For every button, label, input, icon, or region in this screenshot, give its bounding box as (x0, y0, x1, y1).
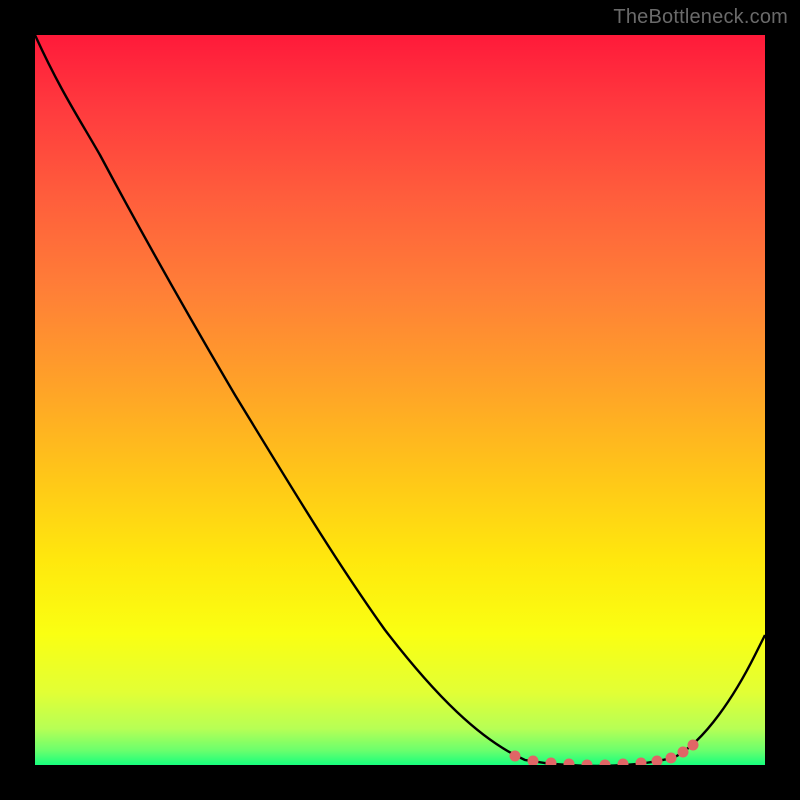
marker-dot (582, 760, 593, 766)
marker-group (510, 740, 699, 766)
marker-dot (678, 747, 689, 758)
bottleneck-curve-line (35, 35, 765, 765)
marker-dot (652, 756, 663, 766)
marker-dot (688, 740, 699, 751)
marker-dot (600, 760, 611, 766)
marker-dot (528, 756, 539, 766)
marker-dot (618, 759, 629, 766)
marker-dot (636, 758, 647, 766)
plot-area (35, 35, 765, 765)
marker-dot (564, 759, 575, 766)
marker-dot (546, 758, 557, 766)
marker-dot (510, 751, 521, 762)
watermark-text: TheBottleneck.com (613, 6, 788, 29)
chart-root: TheBottleneck.com (0, 0, 800, 800)
curve-overlay (35, 35, 765, 765)
marker-dot (666, 753, 677, 764)
